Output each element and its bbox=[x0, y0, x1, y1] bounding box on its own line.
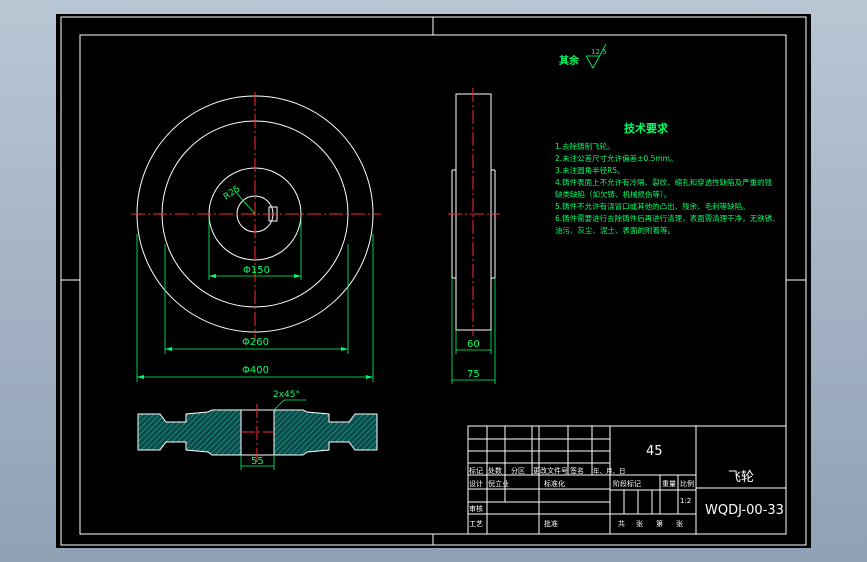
tech-note-3: 3.未注圆角半径R5。 bbox=[555, 165, 625, 175]
label-mark: 标记 bbox=[469, 466, 483, 475]
title-block: 45 飞轮 WQDJ-00-33 标记 处数 分区 更改文件号 签名 年、月、日… bbox=[467, 425, 787, 535]
tech-title: 技术要求 bbox=[624, 121, 669, 135]
roughness-value: 12.5 bbox=[591, 48, 607, 56]
dim-w55: 55 bbox=[251, 456, 264, 467]
label-scale: 比例 bbox=[680, 479, 694, 488]
label-count: 处数 bbox=[488, 466, 502, 475]
drawing-number: WQDJ-00-33 bbox=[705, 503, 784, 518]
section-view: 2x45° 55 bbox=[137, 390, 378, 470]
label-change-doc: 更改文件号 bbox=[533, 466, 568, 475]
label-sheets-2: 张 bbox=[676, 519, 683, 528]
label-weight: 重量 bbox=[662, 480, 676, 488]
label-designer: 倪立业 bbox=[488, 479, 509, 488]
part-name: 飞轮 bbox=[728, 470, 754, 485]
roughness-label: 其余 bbox=[559, 54, 580, 67]
tech-note-4: 4.铸件表面上不允许有冷隔、裂纹、缩孔和穿透性缺陷及严重的残 bbox=[555, 177, 773, 187]
label-approve: 批准 bbox=[544, 519, 558, 528]
tech-note-2: 2.未注公差尺寸允许偏差±0.5mm。 bbox=[555, 153, 677, 163]
label-sheets-1: 张 bbox=[636, 519, 643, 528]
label-zone: 分区 bbox=[511, 466, 525, 475]
dim-w60: 60 bbox=[467, 339, 480, 350]
drawing-sheet: R25 Φ150 Φ260 Φ400 60 75 2x45° 55 其余 12.… bbox=[56, 14, 811, 548]
tech-note-8: 油污、灰尘、泥土、表面的附着等。 bbox=[555, 225, 675, 235]
label-review: 审核 bbox=[469, 504, 483, 513]
dim-d150: Φ150 bbox=[243, 265, 270, 276]
label-design: 设计 bbox=[469, 479, 483, 488]
roughness-note: 其余 12.5 bbox=[559, 43, 607, 69]
front-view: R25 Φ150 Φ260 Φ400 bbox=[131, 92, 381, 382]
side-view: 60 75 bbox=[448, 88, 500, 384]
dim-r25: R25 bbox=[222, 184, 242, 202]
label-date: 年、月、日 bbox=[593, 466, 626, 475]
label-sign: 签名 bbox=[570, 466, 584, 475]
tech-note-6: 5.铸件不允许有浇冒口或其他的凸出、残余、毛刺等缺陷。 bbox=[555, 201, 750, 211]
dim-chamfer: 2x45° bbox=[273, 390, 300, 400]
cad-drawing: R25 Φ150 Φ260 Φ400 60 75 2x45° 55 其余 12.… bbox=[60, 16, 807, 546]
scale-value: 1:2 bbox=[680, 497, 691, 505]
outer-frame bbox=[60, 16, 807, 546]
material: 45 bbox=[646, 444, 663, 459]
tech-requirements: 技术要求 1.去除铸制飞轮。 2.未注公差尺寸允许偏差±0.5mm。 3.未注圆… bbox=[555, 121, 780, 235]
dim-w75: 75 bbox=[467, 369, 480, 380]
label-stage: 阶段标记 bbox=[613, 479, 641, 488]
tech-note-1: 1.去除铸制飞轮。 bbox=[555, 141, 615, 151]
inner-border bbox=[79, 34, 787, 535]
tech-note-5: 缺类缺陷（如欠铸、机械损伤等）。 bbox=[555, 189, 671, 199]
label-craft: 工艺 bbox=[469, 520, 483, 528]
label-sheet-no: 第 bbox=[656, 519, 663, 528]
label-standardization: 标准化 bbox=[544, 479, 565, 488]
label-total: 共 bbox=[618, 519, 625, 528]
tech-note-7: 6.铸件需要进行去除铸件后再进行清理，表面需清理干净，无铁锈、 bbox=[555, 213, 780, 223]
dim-d260: Φ260 bbox=[242, 337, 269, 348]
dim-d400: Φ400 bbox=[242, 365, 269, 376]
